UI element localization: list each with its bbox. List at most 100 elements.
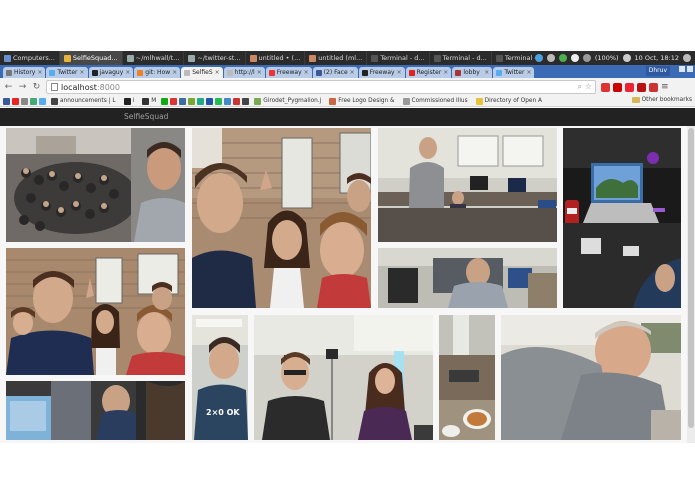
bookmark-item[interactable]: M bbox=[139, 97, 159, 105]
gallery-photo[interactable] bbox=[378, 248, 557, 308]
os-taskbar: Computers... SelfieSquad... ~/mlhwall/t.… bbox=[0, 51, 695, 65]
bookmark-label: M bbox=[151, 98, 157, 104]
sheets-icon[interactable] bbox=[215, 97, 223, 105]
extension-icon[interactable] bbox=[601, 82, 610, 92]
taskbar-item[interactable]: Computers... bbox=[0, 51, 60, 65]
volume-icon[interactable] bbox=[622, 54, 631, 62]
gallery-photo[interactable] bbox=[6, 248, 185, 375]
close-icon[interactable]: × bbox=[172, 69, 177, 76]
close-icon[interactable]: × bbox=[80, 69, 85, 76]
scrollbar-thumb[interactable] bbox=[688, 128, 694, 428]
back-arrow-icon[interactable]: ← bbox=[4, 82, 13, 92]
bookmark-star-icon[interactable]: ☆ bbox=[585, 82, 592, 92]
twitter-icon[interactable] bbox=[39, 97, 46, 105]
gallery-photo[interactable] bbox=[254, 315, 433, 440]
taskbar-item[interactable]: ~/twitter-st... bbox=[184, 51, 246, 65]
gallery-photo[interactable] bbox=[378, 128, 557, 242]
extension-icon[interactable] bbox=[625, 82, 634, 92]
dropbox-icon[interactable] bbox=[534, 54, 543, 62]
bookmark-item[interactable]: Commissioned Illus bbox=[400, 97, 471, 105]
taskbar-item[interactable]: untitled (ml... bbox=[305, 51, 368, 65]
gallery-photo[interactable] bbox=[439, 315, 495, 440]
search-icon[interactable]: ⌕ bbox=[577, 82, 581, 92]
other-bookmarks[interactable]: Other bookmarks bbox=[628, 97, 692, 103]
bookmark-icon[interactable] bbox=[233, 97, 241, 105]
youtube-icon[interactable] bbox=[12, 97, 19, 105]
browser-tab[interactable]: git: How × bbox=[134, 67, 181, 78]
close-icon[interactable]: × bbox=[526, 69, 531, 76]
browser-tab[interactable]: javaguy × bbox=[88, 67, 134, 78]
close-icon[interactable]: × bbox=[397, 69, 402, 76]
minimize-icon[interactable] bbox=[679, 66, 685, 72]
reddit-icon[interactable] bbox=[21, 97, 28, 105]
calendar-icon[interactable] bbox=[188, 97, 196, 105]
menu-icon[interactable]: ≡ bbox=[661, 82, 669, 92]
page-scrollbar[interactable] bbox=[687, 126, 695, 443]
browser-tab[interactable]: http://l × bbox=[223, 67, 265, 78]
taskbar-item[interactable]: ~/mlhwall/t... bbox=[123, 51, 185, 65]
bookmark-item[interactable]: Girodet_Pygmalion.j bbox=[251, 97, 324, 105]
browser-tab-active[interactable]: SelfieS × bbox=[181, 67, 223, 78]
brand-link[interactable]: SelfieSquad bbox=[124, 112, 168, 121]
tab-title: Twitter bbox=[504, 69, 525, 76]
close-icon[interactable]: × bbox=[304, 69, 309, 76]
gallery-photo[interactable]: 2×0 OK bbox=[192, 315, 248, 440]
browser-tab[interactable]: Freeway × bbox=[358, 67, 405, 78]
bookmark-item[interactable]: Directory of Open A bbox=[473, 97, 545, 105]
browser-tab[interactable]: lobby × bbox=[452, 67, 493, 78]
close-icon[interactable]: × bbox=[215, 69, 220, 76]
browser-tab[interactable]: (2) Face × bbox=[312, 67, 358, 78]
profile-button[interactable]: Dhruv bbox=[645, 66, 670, 76]
forward-arrow-icon[interactable]: → bbox=[18, 82, 27, 92]
bookmark-icon[interactable] bbox=[224, 97, 232, 105]
gallery-photo[interactable] bbox=[6, 128, 185, 242]
close-icon[interactable]: × bbox=[37, 69, 42, 76]
browser-tab[interactable]: Twitter × bbox=[46, 67, 88, 78]
facebook-icon[interactable] bbox=[3, 97, 10, 105]
gmail-icon[interactable] bbox=[170, 97, 178, 105]
power-icon[interactable] bbox=[683, 54, 691, 62]
bookmark-item[interactable]: Free Logo Design & bbox=[326, 97, 397, 105]
adblock-icon[interactable] bbox=[637, 82, 646, 92]
bookmark-item[interactable]: i bbox=[121, 97, 138, 105]
address-bar[interactable]: localhost:8000 ⌕ ☆ bbox=[46, 80, 596, 94]
extension-icon[interactable] bbox=[649, 82, 658, 92]
github-icon[interactable] bbox=[242, 97, 250, 105]
close-icon[interactable]: × bbox=[443, 69, 448, 76]
browser-tab[interactable]: History × bbox=[3, 67, 46, 78]
browser-tab[interactable]: Freeway × bbox=[265, 67, 312, 78]
bluetooth-icon[interactable] bbox=[546, 54, 555, 62]
browser-tab[interactable]: Twitter × bbox=[493, 67, 535, 78]
gallery-photo[interactable] bbox=[563, 128, 681, 308]
terminal-icon bbox=[433, 54, 441, 62]
docs-icon[interactable] bbox=[206, 97, 214, 105]
taskbar-item[interactable]: Terminal - d... bbox=[430, 51, 492, 65]
directory-icon bbox=[475, 97, 483, 105]
clock[interactable]: 10 Oct, 18:12 bbox=[635, 54, 679, 62]
close-window-icon[interactable] bbox=[687, 66, 693, 72]
close-icon[interactable]: × bbox=[350, 69, 355, 76]
feedly-icon[interactable] bbox=[30, 97, 37, 105]
selfie-gallery: 2×0 OK bbox=[0, 126, 687, 443]
browser-tab[interactable]: Register × bbox=[405, 67, 452, 78]
chrome-tray-icon[interactable] bbox=[558, 54, 567, 62]
gallery-photo[interactable] bbox=[192, 128, 371, 308]
page-info-icon[interactable] bbox=[51, 83, 58, 91]
bookmark-item[interactable]: announcements | L bbox=[48, 97, 119, 105]
close-icon[interactable]: × bbox=[125, 69, 130, 76]
outlook-icon[interactable] bbox=[179, 97, 187, 105]
gallery-photo[interactable] bbox=[6, 381, 185, 440]
bookmark-label: Free Logo Design & bbox=[338, 98, 395, 104]
extension-icon[interactable] bbox=[613, 82, 622, 92]
drive-icon[interactable] bbox=[197, 97, 205, 105]
wifi-icon[interactable] bbox=[570, 54, 579, 62]
taskbar-item[interactable]: SelfieSquad... bbox=[59, 51, 123, 65]
hangouts-icon[interactable] bbox=[161, 97, 169, 105]
gallery-photo[interactable] bbox=[501, 315, 681, 440]
taskbar-item[interactable]: Terminal - d... bbox=[367, 51, 430, 65]
battery-icon[interactable] bbox=[582, 54, 591, 62]
taskbar-item[interactable]: untitled • (... bbox=[246, 51, 306, 65]
close-icon[interactable]: × bbox=[484, 69, 489, 76]
reload-icon[interactable]: ↻ bbox=[32, 82, 41, 92]
close-icon[interactable]: × bbox=[257, 69, 262, 76]
